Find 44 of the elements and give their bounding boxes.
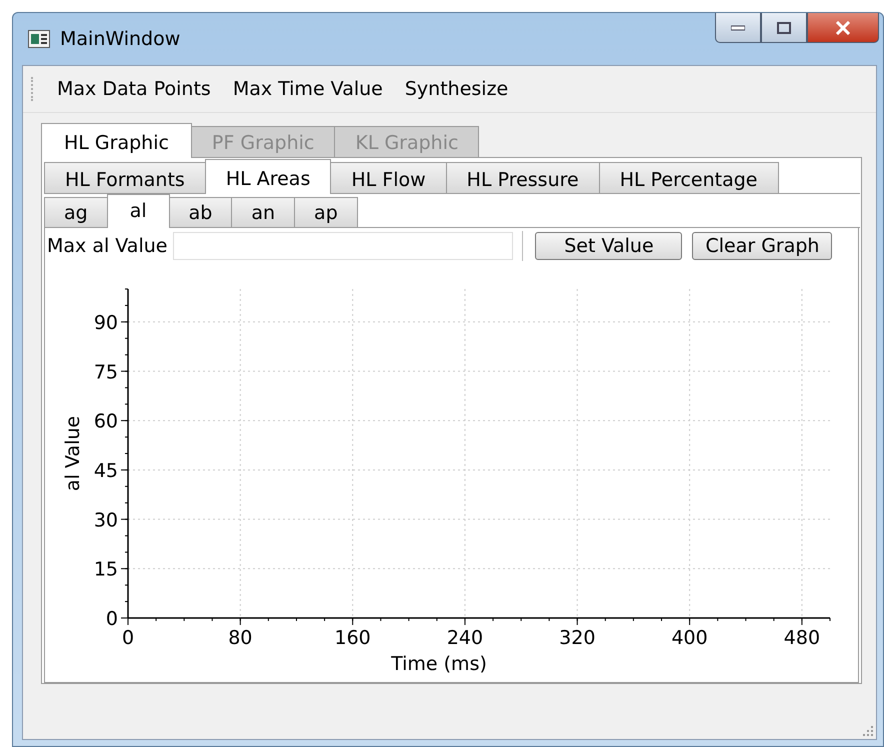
maximize-icon xyxy=(777,22,791,34)
tab[interactable]: HL Flow xyxy=(330,162,447,193)
y-tick-label: 90 xyxy=(94,312,118,334)
field-label: Max al Value xyxy=(47,235,168,257)
x-tick-label: 160 xyxy=(334,627,371,649)
tab[interactable]: HL Formants xyxy=(44,162,206,193)
resize-grip-icon xyxy=(863,726,873,736)
tab[interactable]: HL Pressure xyxy=(446,162,600,193)
minimize-button[interactable] xyxy=(715,13,761,43)
y-axis-title: al Value xyxy=(62,416,84,492)
x-tick-label: 320 xyxy=(559,627,596,649)
y-tick-label: 0 xyxy=(106,608,118,630)
x-tick-label: 480 xyxy=(784,627,820,649)
tab[interactable]: al xyxy=(106,194,170,228)
y-tick-label: 45 xyxy=(94,460,118,482)
toolbar-button[interactable]: Max Data Points xyxy=(57,78,211,100)
tab[interactable]: ap xyxy=(294,197,358,227)
tab[interactable]: HL Graphic xyxy=(41,123,192,158)
toolbar-button[interactable]: Max Time Value xyxy=(232,78,383,100)
window-app-icon xyxy=(28,30,50,48)
minimize-icon xyxy=(731,24,745,30)
x-tick-label: 80 xyxy=(228,627,252,649)
x-axis-title: Time (ms) xyxy=(391,653,487,675)
toolbar-grip xyxy=(31,77,35,101)
x-tick-label: 400 xyxy=(671,627,708,649)
close-icon xyxy=(835,20,851,34)
toolbar-button[interactable]: Synthesize xyxy=(404,78,508,100)
tab[interactable]: ab xyxy=(168,197,232,227)
y-tick-label: 75 xyxy=(94,361,118,384)
input-field[interactable] xyxy=(173,232,514,260)
tab[interactable]: HL Percentage xyxy=(598,162,778,193)
push-button[interactable]: Clear Graph xyxy=(692,232,832,260)
push-button[interactable]: Set Value xyxy=(535,232,682,260)
y-tick-label: 15 xyxy=(94,558,118,581)
y-tick-label: 60 xyxy=(94,410,118,433)
x-tick-label: 240 xyxy=(446,627,484,649)
window-title: MainWindow xyxy=(60,28,180,50)
x-tick-label: 0 xyxy=(122,627,134,649)
y-tick-label: 30 xyxy=(94,509,118,532)
tab[interactable]: ag xyxy=(44,197,108,227)
close-button[interactable] xyxy=(807,13,879,43)
tab[interactable]: an xyxy=(231,197,296,227)
maximize-button[interactable] xyxy=(761,13,807,43)
tab[interactable]: HL Areas xyxy=(204,159,332,194)
